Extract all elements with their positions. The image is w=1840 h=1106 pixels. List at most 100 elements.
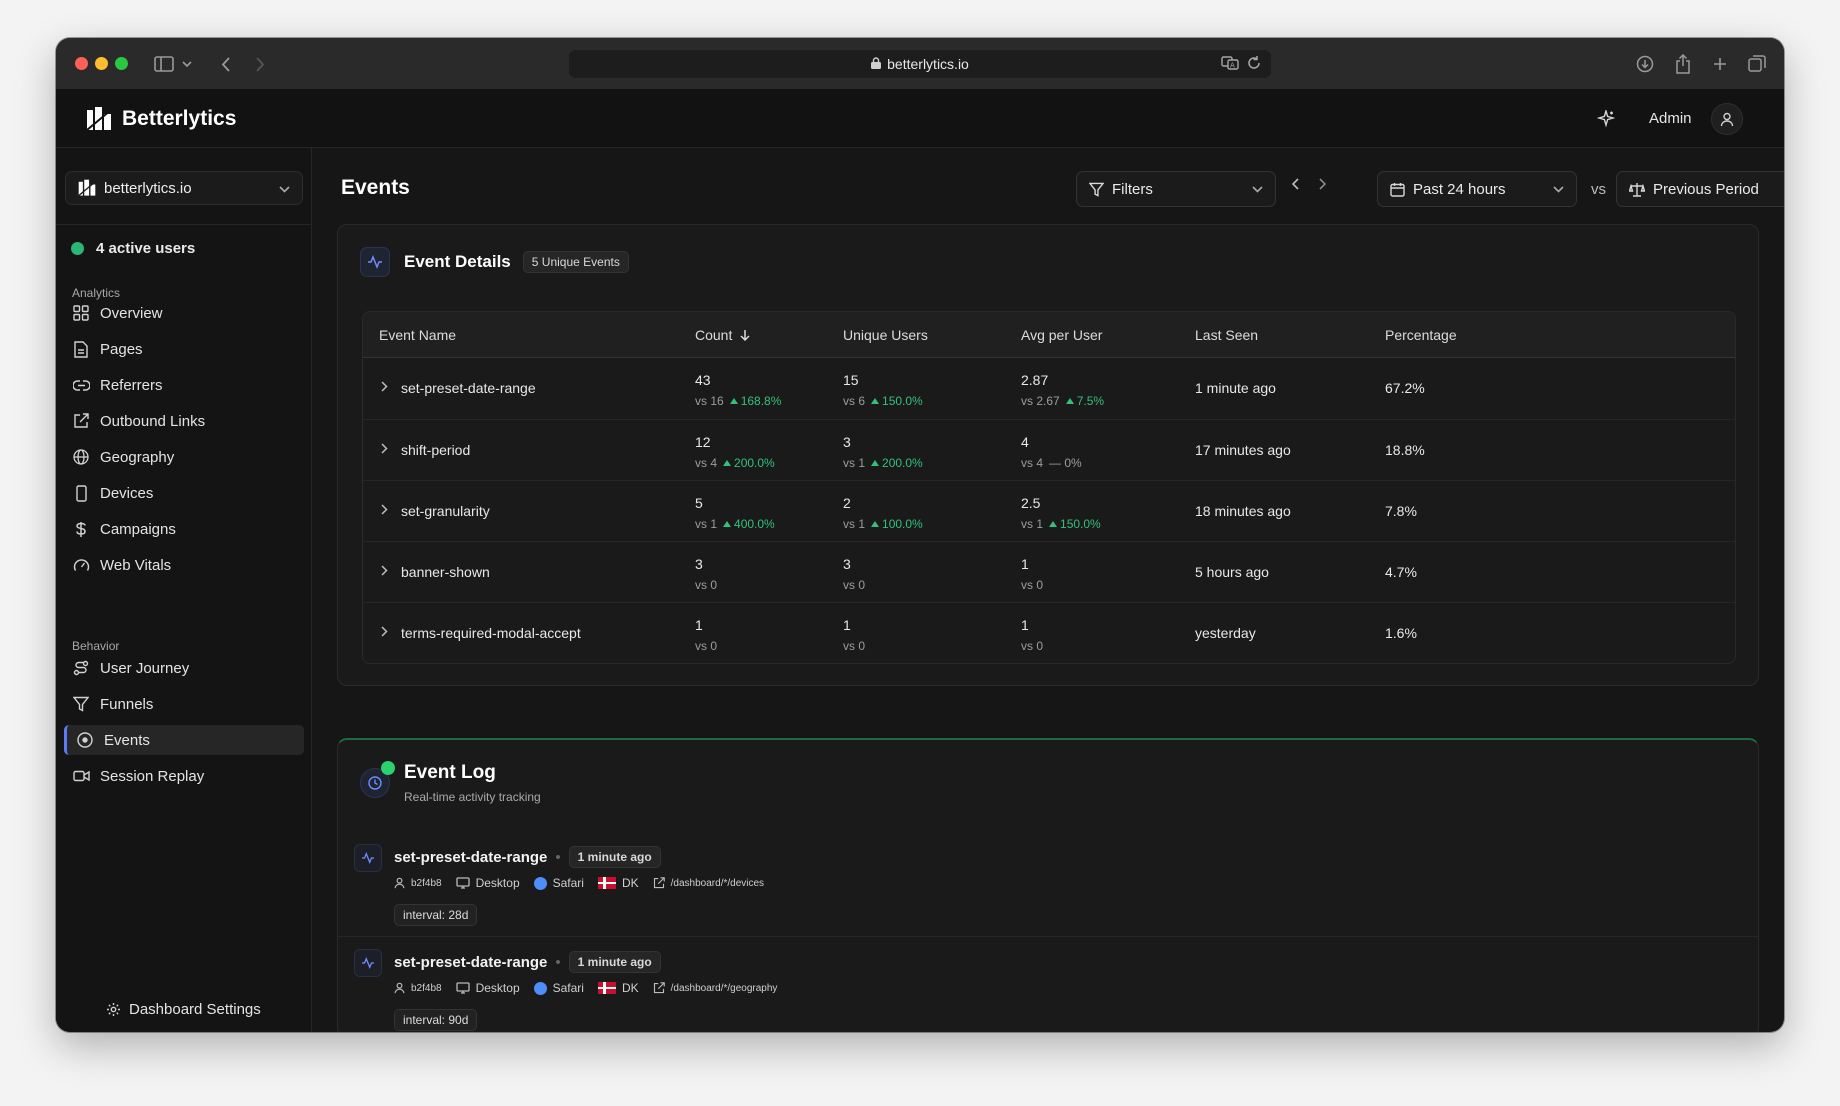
filters-button[interactable]: Filters [1076, 171, 1276, 207]
sidebar-item-events[interactable]: Events [64, 725, 304, 755]
dashboard-settings-link[interactable]: Dashboard Settings [106, 1001, 261, 1018]
path-meta: /dashboard/*/geography [653, 982, 777, 994]
file-icon [72, 340, 90, 358]
sidebar-item-overview[interactable]: Overview [64, 298, 304, 328]
maximize-window-button[interactable] [115, 57, 128, 70]
percentage: 67.2% [1385, 380, 1425, 396]
avg-vs: vs 0 [1021, 639, 1044, 653]
table-row[interactable]: set-preset-date-range 43 vs 16 168.8% 15 … [363, 358, 1735, 419]
brand[interactable]: Betterlytics [86, 106, 236, 132]
sidebar-item-label: Overview [100, 304, 163, 322]
sidebar-item-campaigns[interactable]: Campaigns [64, 514, 304, 544]
forward-icon[interactable] [251, 52, 269, 76]
sidebar-item-geography[interactable]: Geography [64, 442, 304, 472]
visitor-id: b2f4b8 [411, 877, 442, 889]
event-name: terms-required-modal-accept [401, 625, 581, 641]
chevron-down-icon[interactable] [180, 52, 194, 76]
admin-label[interactable]: Admin [1649, 110, 1692, 127]
separator-dot: • [555, 953, 561, 971]
sidebar-item-referrers[interactable]: Referrers [64, 370, 304, 400]
site-selector[interactable]: betterlytics.io [65, 171, 303, 205]
column-header-percentage[interactable]: Percentage [1385, 327, 1457, 343]
log-entry[interactable]: set-preset-date-range • 1 minute ago b2f… [338, 832, 1758, 936]
filter-icon [1089, 182, 1104, 197]
avg-vs: vs 1 [1021, 517, 1044, 531]
next-period-icon[interactable] [1319, 177, 1327, 195]
download-icon[interactable] [1634, 52, 1656, 76]
sidebar-item-label: Outbound Links [100, 412, 206, 430]
globe-icon [72, 448, 90, 466]
triangle-up-icon [723, 460, 732, 466]
minimize-window-button[interactable] [95, 57, 108, 70]
sidebar-item-user-journey[interactable]: User Journey [64, 653, 304, 683]
dollar-icon [72, 520, 90, 538]
column-header-avg-per-user[interactable]: Avg per User [1021, 327, 1102, 343]
table-header: Event Name Count Unique Users Avg per Us… [363, 312, 1735, 358]
log-entry[interactable]: set-preset-date-range • 1 minute ago b2f… [338, 936, 1758, 1032]
filters-label: Filters [1112, 180, 1153, 198]
trend-up: 150.0% [1049, 517, 1101, 531]
column-header-event-name[interactable]: Event Name [379, 327, 456, 343]
live-indicator-dot [381, 761, 395, 775]
address-bar[interactable]: betterlytics.io A [569, 50, 1271, 78]
monitor-icon [455, 982, 470, 994]
chevron-right-icon[interactable] [381, 503, 388, 518]
sidebar-item-web-vitals[interactable]: Web Vitals [64, 550, 304, 580]
sidebar-item-devices[interactable]: Devices [64, 478, 304, 508]
last-seen: 17 minutes ago [1195, 442, 1291, 458]
sparkles-icon[interactable] [1593, 106, 1619, 132]
device-name: Desktop [475, 981, 520, 995]
chevron-right-icon[interactable] [381, 442, 388, 457]
country-code: DK [621, 876, 639, 890]
sidebar-item-session-replay[interactable]: Session Replay [64, 761, 304, 791]
compare-period-select[interactable]: Previous Period [1616, 171, 1784, 207]
sidebar-item-label: Session Replay [100, 767, 205, 785]
link-icon [72, 376, 90, 394]
events-table: Event Name Count Unique Users Avg per Us… [362, 311, 1736, 664]
browser-toolbar: betterlytics.io A [56, 38, 1784, 90]
live-status-dot [71, 242, 84, 255]
activity-icon [354, 949, 382, 977]
column-header-last-seen[interactable]: Last Seen [1195, 327, 1258, 343]
avg-value: 1 [1021, 617, 1029, 633]
share-icon[interactable] [1672, 52, 1694, 76]
table-row[interactable]: banner-shown 3 vs 0 3 vs 0 1 vs 0 5 hour… [363, 541, 1735, 602]
chevron-right-icon[interactable] [381, 625, 388, 640]
close-window-button[interactable] [75, 57, 88, 70]
table-row[interactable]: shift-period 12 vs 4 200.0% 3 vs 1 200.0% … [363, 419, 1735, 480]
url-text: betterlytics.io [887, 56, 969, 72]
new-tab-icon[interactable] [1709, 52, 1731, 76]
translate-icon[interactable]: A [1221, 55, 1239, 74]
reload-icon[interactable] [1247, 55, 1261, 74]
triangle-up-icon [871, 398, 880, 404]
sidebar-item-label: Events [104, 731, 150, 749]
user-avatar-icon[interactable] [1711, 103, 1743, 135]
user-icon [394, 982, 405, 994]
chevron-right-icon[interactable] [381, 380, 388, 395]
previous-period-icon[interactable] [1291, 177, 1299, 195]
last-seen: 5 hours ago [1195, 564, 1269, 580]
sidebar-item-funnels[interactable]: Funnels [64, 689, 304, 719]
sidebar-toggle-icon[interactable] [152, 52, 176, 76]
count-value: 3 [695, 556, 703, 572]
table-row[interactable]: terms-required-modal-accept 1 vs 0 1 vs … [363, 602, 1735, 663]
dashboard-settings-label: Dashboard Settings [129, 1001, 261, 1018]
tab-overview-icon[interactable] [1746, 52, 1768, 76]
active-users-label: 4 active users [96, 240, 196, 257]
chevron-right-icon[interactable] [381, 564, 388, 579]
site-selector-label: betterlytics.io [104, 179, 192, 197]
date-range-select[interactable]: Past 24 hours [1377, 171, 1577, 207]
users-vs: vs 0 [843, 578, 866, 592]
sidebar-item-label: Funnels [100, 695, 154, 713]
sidebar-item-outbound-links[interactable]: Outbound Links [64, 406, 304, 436]
column-header-unique-users[interactable]: Unique Users [843, 327, 928, 343]
event-log-subtitle: Real-time activity tracking [404, 790, 541, 804]
sidebar-item-pages[interactable]: Pages [64, 334, 304, 364]
device-meta: Desktop [455, 876, 520, 890]
column-header-count[interactable]: Count [695, 327, 750, 343]
lock-icon [871, 56, 882, 72]
table-row[interactable]: set-granularity 5 vs 1 400.0% 2 vs 1 100.0… [363, 480, 1735, 541]
count-value: 12 [695, 434, 711, 450]
back-icon[interactable] [216, 52, 234, 76]
users-comparison: vs 1 200.0% [843, 456, 923, 470]
